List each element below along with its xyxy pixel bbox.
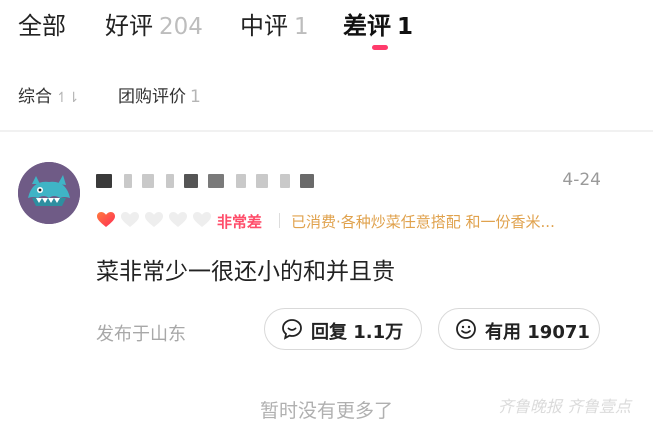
sort-comprehensive[interactable]: 综合 ↿⇂ xyxy=(18,82,79,107)
active-tab-indicator xyxy=(372,45,388,50)
sort-group-buy-count: 1 xyxy=(190,87,201,107)
avatar[interactable] xyxy=(18,162,80,224)
review-filter-tabs: 全部 好评 204 中评 1 差评 1 xyxy=(0,0,653,60)
heart-icon xyxy=(169,212,187,227)
heart-icon xyxy=(97,212,115,227)
username-blurred[interactable] xyxy=(96,170,336,192)
sort-icon: ↿⇂ xyxy=(56,90,80,106)
useful-label: 有用 19071 xyxy=(485,322,590,343)
useful-button[interactable]: 有用 19071 xyxy=(438,308,600,350)
sort-group-buy-label: 团购评价 xyxy=(118,87,186,107)
rating-text: 非常差 xyxy=(217,213,263,231)
tab-neutral[interactable]: 中评 1 xyxy=(240,6,309,41)
comment-icon xyxy=(282,319,302,340)
watermark-logo: 齐鲁晚报 齐鲁壹点 xyxy=(497,397,631,416)
tab-negative-count: 1 xyxy=(397,14,414,40)
post-location: 发布于山东 xyxy=(96,324,186,345)
tab-neutral-label: 中评 xyxy=(240,12,288,40)
heart-icon xyxy=(121,212,139,227)
tab-neutral-count: 1 xyxy=(294,14,309,40)
heart-icon xyxy=(145,212,163,227)
tab-all-label: 全部 xyxy=(18,12,66,40)
smile-icon xyxy=(456,319,476,339)
tab-all[interactable]: 全部 xyxy=(18,6,72,41)
rating-separator xyxy=(279,213,280,228)
tab-negative-label: 差评 xyxy=(343,12,391,40)
tab-negative[interactable]: 差评 1 xyxy=(343,6,413,41)
reply-label: 回复 1.1万 xyxy=(311,322,404,343)
sort-group-buy[interactable]: 团购评价 1 xyxy=(118,82,201,107)
review-date: 4-24 xyxy=(562,170,601,190)
no-more-text: 暂时没有更多了 xyxy=(259,400,393,422)
reply-button[interactable]: 回复 1.1万 xyxy=(264,308,422,350)
consumption-info[interactable]: 已消费·各种炒菜任意搭配 和一份香米... xyxy=(291,211,591,232)
rating-row: 非常差 已消费·各种炒菜任意搭配 和一份香米... xyxy=(96,208,616,232)
tab-positive-label: 好评 xyxy=(105,12,153,40)
section-divider xyxy=(0,130,653,132)
tab-positive-count: 204 xyxy=(159,14,203,40)
tab-positive[interactable]: 好评 204 xyxy=(105,6,203,41)
sort-bar: 综合 ↿⇂ 团购评价 1 xyxy=(0,76,653,110)
review-content: 菜非常少一很还小的和并且贵 xyxy=(96,259,395,285)
heart-icon xyxy=(193,212,211,227)
monster-avatar-icon xyxy=(18,162,80,224)
sort-comprehensive-label: 综合 xyxy=(18,87,52,107)
